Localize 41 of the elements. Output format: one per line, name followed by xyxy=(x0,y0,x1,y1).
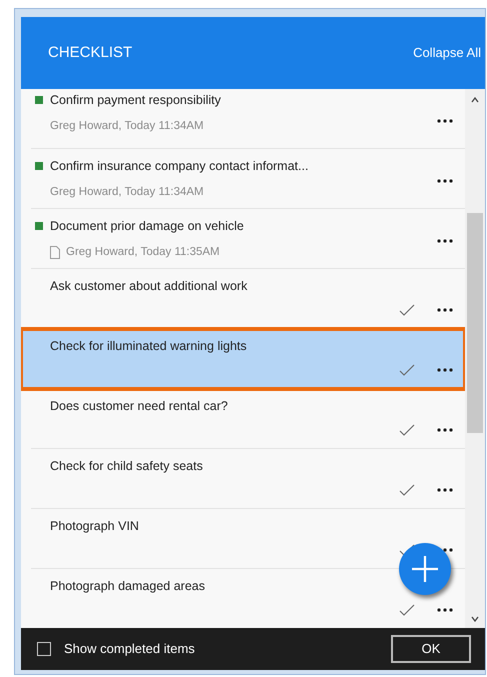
collapse-all-link[interactable]: Collapse All xyxy=(413,43,481,63)
plus-icon xyxy=(410,554,440,584)
selected-checklist-item[interactable]: Check for illuminated warning lights xyxy=(21,329,465,389)
item-title: Photograph VIN xyxy=(50,518,139,535)
show-completed-checkbox[interactable]: Show completed items xyxy=(37,639,195,659)
more-icon[interactable] xyxy=(437,608,453,612)
more-icon[interactable] xyxy=(437,238,453,242)
checkmark-icon[interactable] xyxy=(399,484,415,496)
checklist-item[interactable]: Does customer need rental car? xyxy=(31,389,465,449)
more-icon[interactable] xyxy=(437,118,453,122)
item-author-time: Greg Howard, Today 11:34AM xyxy=(50,184,204,200)
more-icon[interactable] xyxy=(437,308,453,312)
scroll-down-icon[interactable] xyxy=(471,616,479,622)
checkmark-icon[interactable] xyxy=(399,424,415,436)
item-title: Confirm payment responsibility xyxy=(50,92,221,109)
scrollbar-thumb[interactable] xyxy=(467,213,483,433)
more-icon[interactable] xyxy=(437,488,453,492)
scroll-up-icon[interactable] xyxy=(471,97,479,103)
item-title: Ask customer about additional work xyxy=(50,278,248,295)
more-icon[interactable] xyxy=(437,178,453,182)
checkmark-icon[interactable] xyxy=(399,304,415,316)
item-author-time: Greg Howard, Today 11:34AM xyxy=(50,118,204,134)
item-author-time: Greg Howard, Today 11:35AM xyxy=(66,244,220,260)
checkmark-icon[interactable] xyxy=(399,604,415,616)
more-icon[interactable] xyxy=(437,368,453,372)
status-square-icon xyxy=(35,162,43,170)
status-square-icon xyxy=(35,96,43,104)
item-title: Check for child safety seats xyxy=(50,458,203,475)
ok-button[interactable]: OK xyxy=(391,635,471,663)
scrollbar[interactable] xyxy=(465,89,485,628)
item-title: Document prior damage on vehicle xyxy=(50,218,244,235)
item-title: Does customer need rental car? xyxy=(50,398,228,415)
checklist-title: CHECKLIST xyxy=(48,42,132,63)
checkbox-label: Show completed items xyxy=(64,640,195,658)
item-title: Check for illuminated warning lights xyxy=(50,338,247,355)
item-title: Confirm insurance company contact informat... xyxy=(50,158,308,175)
item-title: Photograph damaged areas xyxy=(50,578,205,595)
checkbox[interactable] xyxy=(37,642,51,656)
checkmark-icon[interactable] xyxy=(399,364,415,376)
more-icon[interactable] xyxy=(437,428,453,432)
status-square-icon xyxy=(35,222,43,230)
